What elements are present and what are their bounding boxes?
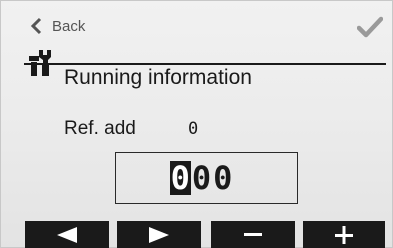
minus-button[interactable] — [211, 221, 295, 248]
display-screen: Back Running information Ref. add 0 0 0 … — [0, 0, 393, 248]
softkey-bar — [0, 221, 393, 248]
right-button[interactable] — [117, 221, 201, 248]
digit-group: 0 0 0 — [116, 153, 297, 203]
plus-button[interactable] — [303, 221, 385, 248]
page-title: Running information — [64, 66, 252, 89]
value-input-box[interactable]: 0 0 0 — [115, 152, 298, 204]
checkmark-icon[interactable] — [357, 15, 383, 39]
header-divider — [24, 63, 386, 65]
digit-2[interactable]: 0 — [191, 161, 212, 195]
digit-3[interactable]: 0 — [212, 161, 233, 195]
left-button[interactable] — [25, 221, 109, 248]
chevron-left-icon — [30, 17, 42, 35]
ref-address-value: 0 — [188, 119, 199, 139]
arrow-left-icon — [57, 226, 77, 243]
digit-1[interactable]: 0 — [169, 161, 191, 195]
minus-icon — [244, 232, 262, 236]
plus-icon — [335, 225, 353, 244]
top-bar: Back — [0, 0, 393, 48]
ref-address-label: Ref. add — [64, 118, 136, 139]
arrow-right-icon — [149, 226, 169, 243]
back-button[interactable]: Back — [30, 14, 85, 38]
back-label: Back — [52, 17, 86, 35]
